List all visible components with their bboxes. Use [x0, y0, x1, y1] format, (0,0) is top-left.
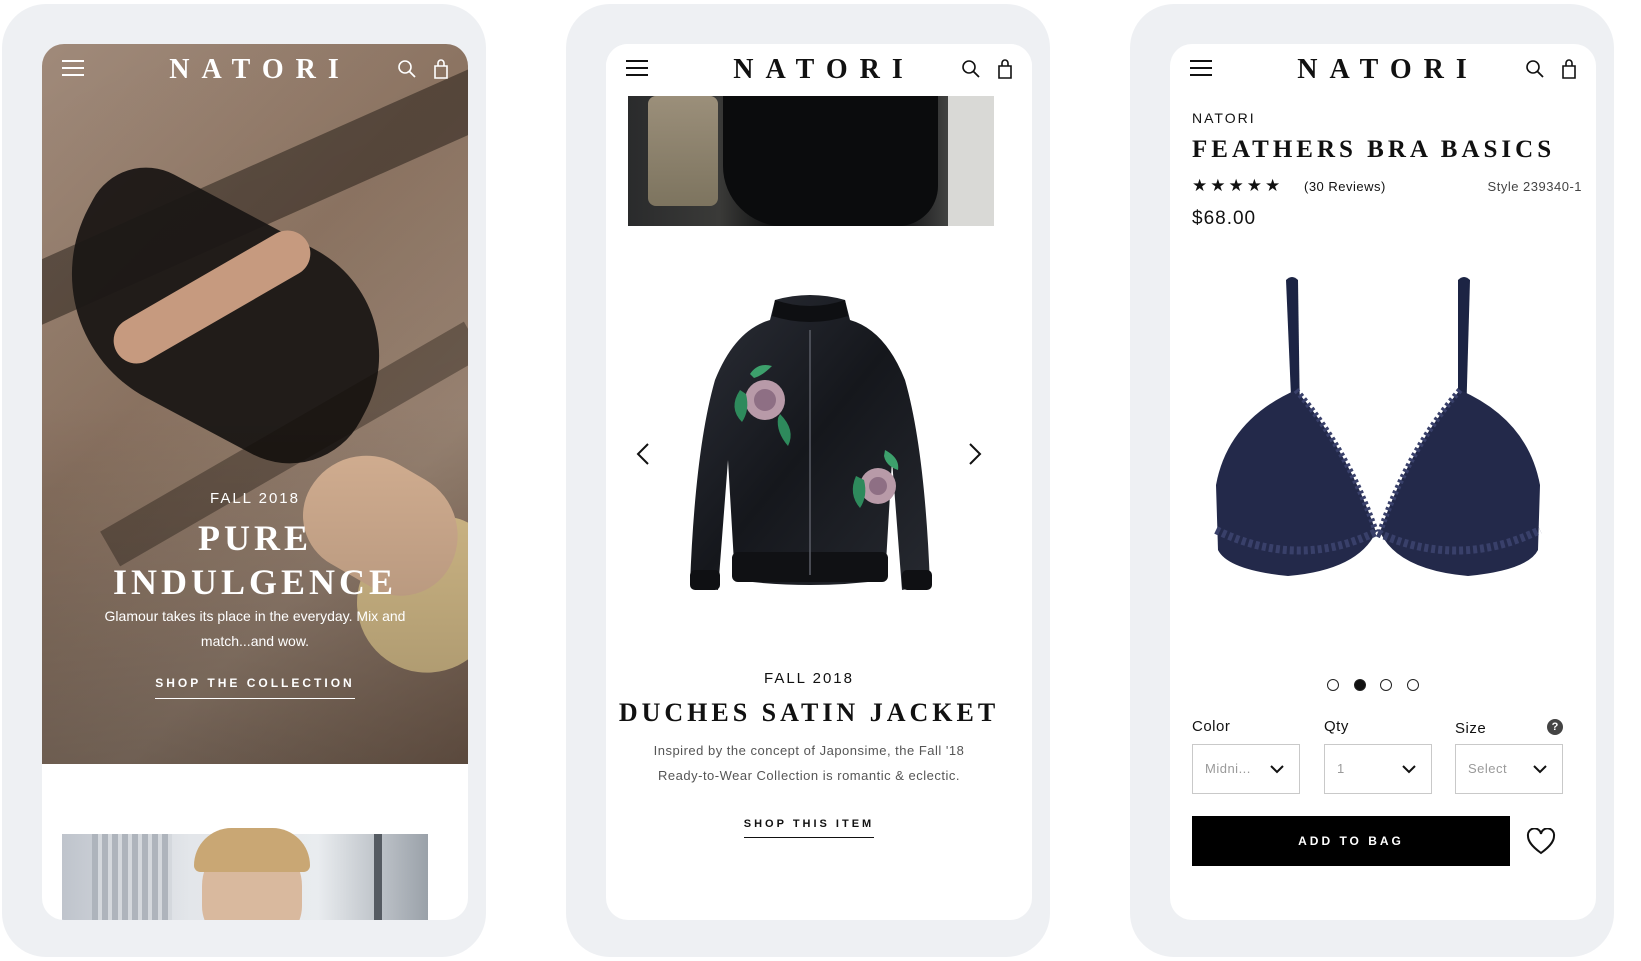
header: NATORI	[606, 44, 1032, 94]
carousel-dot[interactable]	[1327, 679, 1340, 691]
search-icon[interactable]	[1524, 58, 1546, 80]
style-number: Style 239340-1	[1487, 179, 1582, 194]
product-image[interactable]	[1208, 270, 1548, 600]
shopping-bag-icon[interactable]	[1558, 58, 1580, 80]
add-to-bag-button[interactable]: ADD TO BAG	[1192, 816, 1510, 866]
shop-this-item-link[interactable]: SHOP THIS ITEM	[743, 818, 875, 838]
shopping-bag-icon[interactable]	[430, 58, 452, 80]
feature-eyebrow: FALL 2018	[763, 670, 854, 687]
carousel-dots	[1170, 678, 1576, 696]
chevron-down-icon	[1402, 765, 1416, 774]
product-title: FEATHERS BRA BASICS	[1192, 136, 1556, 163]
phone-screen-product-detail: NATORI NATORI FEATHERS BRA BASICS ★★★★★ …	[1170, 44, 1596, 920]
size-label: Size	[1455, 720, 1487, 737]
header: NATORI	[42, 44, 468, 96]
size-select-value: Select	[1468, 761, 1508, 776]
search-icon[interactable]	[960, 58, 982, 80]
color-label: Color	[1192, 718, 1231, 735]
lookbook-image[interactable]	[628, 96, 994, 226]
lookbook-dress	[723, 96, 938, 226]
product-price: $68.00	[1192, 208, 1257, 229]
star-rating-icon: ★★★★★	[1192, 176, 1284, 195]
phone-screen-product-feature: NATORI FALL 2018 DUCHES SATIN JACKET Ins…	[606, 44, 1032, 920]
hero-title-line: INDULGENCE	[112, 562, 398, 602]
carousel-dot[interactable]	[1380, 679, 1393, 691]
hero-title-line: PURE	[198, 518, 312, 558]
next-banner-image[interactable]	[62, 828, 428, 920]
hero-eyebrow: FALL 2018	[209, 490, 300, 507]
shopping-bag-icon[interactable]	[994, 58, 1016, 80]
help-icon[interactable]: ?	[1547, 719, 1563, 735]
phone-screen-home: NATORI FALL 2018 PURE INDULGENCE Glamour…	[42, 44, 468, 920]
jacket-image[interactable]	[680, 290, 940, 610]
hero-title: PURE INDULGENCE	[42, 516, 468, 604]
product-brand: NATORI	[1192, 110, 1256, 126]
search-icon[interactable]	[396, 58, 418, 80]
heart-icon[interactable]	[1526, 828, 1556, 856]
banner-window-frame	[374, 834, 382, 920]
size-select[interactable]: Select	[1455, 744, 1563, 794]
lookbook-statue	[648, 96, 718, 206]
carousel-dot-active[interactable]	[1353, 679, 1366, 691]
feature-description: Inspired by the concept of Japonsime, th…	[620, 738, 998, 788]
header: NATORI	[1170, 44, 1596, 96]
feature-description-line: Inspired by the concept of Japonsime, th…	[653, 743, 965, 758]
qty-select-value: 1	[1337, 761, 1345, 776]
chevron-left-icon[interactable]	[632, 440, 656, 468]
color-select-value: Midni...	[1205, 761, 1251, 776]
banner-model-hair	[194, 828, 310, 872]
feature-description-line: Ready-to-Wear Collection is romantic & e…	[658, 768, 960, 783]
chevron-down-icon	[1270, 765, 1284, 774]
shop-collection-link[interactable]: SHOP THE COLLECTION	[155, 676, 355, 699]
hero-description: Glamour takes its place in the everyday.…	[104, 608, 406, 649]
chevron-right-icon[interactable]	[962, 440, 986, 468]
hero-image[interactable]	[42, 44, 468, 764]
chevron-down-icon	[1533, 765, 1547, 774]
qty-select[interactable]: 1	[1324, 744, 1432, 794]
color-select[interactable]: Midni...	[1192, 744, 1300, 794]
carousel-dot[interactable]	[1406, 679, 1419, 691]
banner-building	[92, 834, 172, 920]
qty-label: Qty	[1324, 718, 1349, 735]
lookbook-wall	[948, 96, 994, 226]
feature-title: DUCHES SATIN JACKET	[618, 698, 1000, 727]
reviews-link[interactable]: (30 Reviews)	[1304, 179, 1386, 194]
